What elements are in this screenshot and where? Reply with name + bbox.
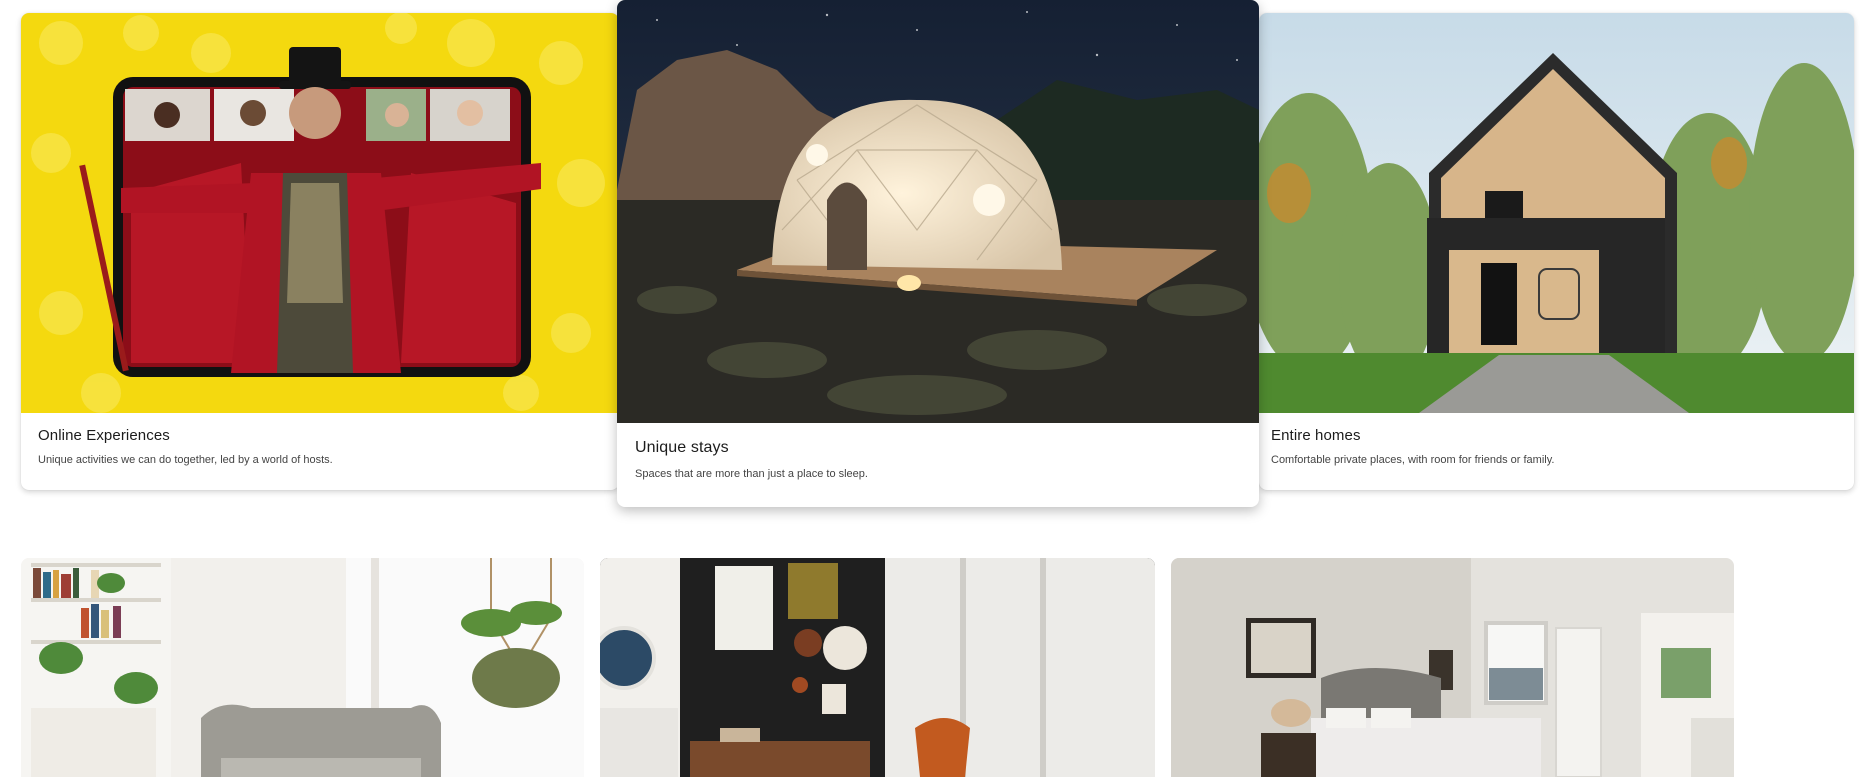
category-card-entire-homes[interactable]: Entire homes Comfortable private places,… (1259, 13, 1854, 490)
card-description: Unique activities we can do together, le… (38, 454, 333, 466)
page: Online Experiences Unique activities we … (0, 0, 1863, 777)
category-card-unique-stays[interactable]: Unique stays Spaces that are more than j… (617, 0, 1259, 507)
card-title: Online Experiences (38, 427, 170, 444)
dome-tent-photo (617, 0, 1259, 423)
cabin-house-photo (1259, 13, 1854, 413)
living-room-photo[interactable] (21, 558, 584, 777)
category-card-online-experiences[interactable]: Online Experiences Unique activities we … (21, 13, 619, 490)
card-title: Unique stays (635, 439, 729, 456)
card-title: Entire homes (1271, 427, 1361, 444)
card-description: Spaces that are more than just a place t… (635, 468, 868, 480)
bedroom-photo[interactable] (1171, 558, 1734, 777)
card-description: Comfortable private places, with room fo… (1271, 454, 1555, 466)
dark-wall-living-room-photo[interactable] (600, 558, 1155, 777)
online-experiences-photo (21, 13, 619, 413)
